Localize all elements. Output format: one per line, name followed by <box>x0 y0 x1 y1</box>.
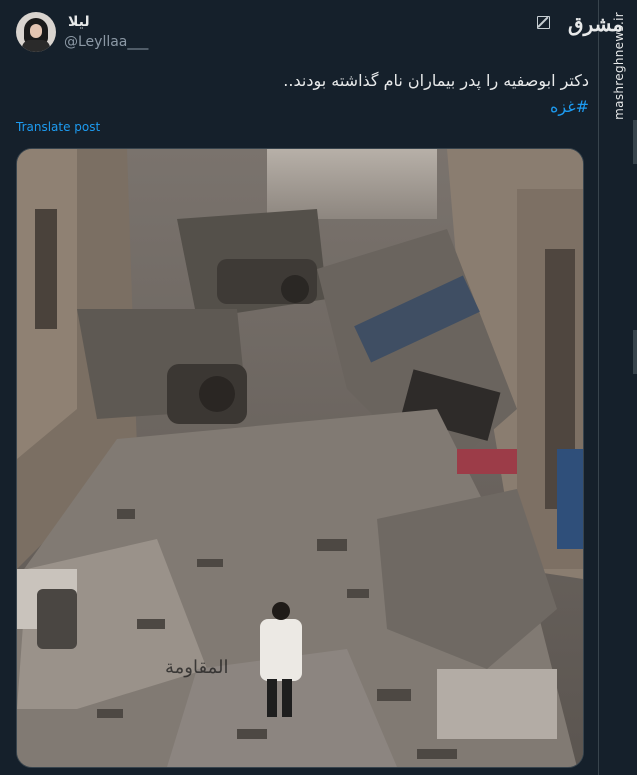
avatar-face <box>30 24 42 38</box>
avatar[interactable] <box>16 12 56 52</box>
edit-icon <box>537 16 550 29</box>
hashtag-link[interactable]: #غزه <box>49 94 589 120</box>
user-handle[interactable]: @Leyllaa___ <box>64 34 148 50</box>
tweet-media[interactable]: المقاومة <box>16 148 584 768</box>
side-watermark: mashreghnews.ir <box>612 12 626 120</box>
rail-divider <box>633 120 637 164</box>
display-name[interactable]: لیلا <box>68 14 90 30</box>
translate-post-link[interactable]: Translate post <box>16 120 100 134</box>
tweet-text: دکتر ابوصفیه را پدر بیماران نام گذاشته ب… <box>49 68 589 120</box>
rail-divider <box>633 330 637 374</box>
media-watermark: المقاومة <box>165 657 229 678</box>
tweet-body: دکتر ابوصفیه را پدر بیماران نام گذاشته ب… <box>283 71 589 90</box>
avatar-coat <box>22 40 50 52</box>
tweet-header: لیلا @Leyllaa___ مشرق <box>16 12 623 56</box>
rubble-photo <box>17 149 583 767</box>
